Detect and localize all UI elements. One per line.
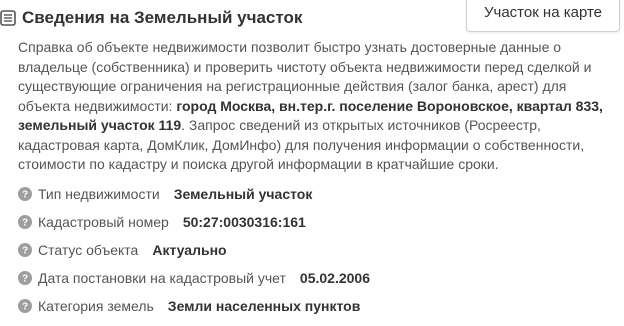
property-row-registration-date: ? Дата постановки на кадастровый учет 05… bbox=[18, 264, 618, 292]
map-button[interactable]: Участок на карте bbox=[466, 0, 620, 32]
property-value: Актуально bbox=[152, 242, 227, 258]
property-label: Категория земель bbox=[38, 298, 154, 314]
question-circle-icon[interactable]: ? bbox=[18, 271, 32, 285]
property-value: Земельный участок bbox=[173, 186, 313, 202]
svg-text:?: ? bbox=[22, 190, 28, 201]
property-label: Статус объекта bbox=[38, 242, 139, 258]
property-row-status: ? Статус объекта Актуально bbox=[18, 236, 618, 264]
property-row-land-category: ? Категория земель Земли населенных пунк… bbox=[18, 292, 618, 320]
property-row-type: ? Тип недвижимости Земельный участок bbox=[18, 180, 618, 208]
property-value: 05.02.2006 bbox=[299, 270, 370, 286]
svg-text:?: ? bbox=[22, 218, 28, 229]
svg-text:?: ? bbox=[22, 274, 28, 285]
question-circle-icon[interactable]: ? bbox=[18, 215, 32, 229]
question-circle-icon[interactable]: ? bbox=[18, 243, 32, 257]
svg-text:?: ? bbox=[22, 302, 28, 313]
section-header: Сведения на Земельный участок Участок на… bbox=[0, 0, 624, 36]
property-list: ? Тип недвижимости Земельный участок ? К… bbox=[18, 180, 618, 320]
question-circle-icon[interactable]: ? bbox=[18, 299, 32, 313]
svg-text:?: ? bbox=[22, 246, 28, 257]
property-row-cadastral-number: ? Кадастровый номер 50:27:0030316:161 bbox=[18, 208, 618, 236]
section-title: Сведения на Земельный участок bbox=[22, 8, 303, 27]
property-value: Земли населенных пунктов bbox=[167, 298, 361, 314]
description-text: Справка об объекте недвижимости позволит… bbox=[18, 38, 608, 175]
property-label: Кадастровый номер bbox=[38, 214, 169, 230]
property-label: Тип недвижимости bbox=[38, 186, 160, 202]
property-value: 50:27:0030316:161 bbox=[182, 214, 306, 230]
question-circle-icon[interactable]: ? bbox=[18, 187, 32, 201]
property-label: Дата постановки на кадастровый учет bbox=[38, 270, 286, 286]
checklist-icon bbox=[0, 10, 16, 26]
